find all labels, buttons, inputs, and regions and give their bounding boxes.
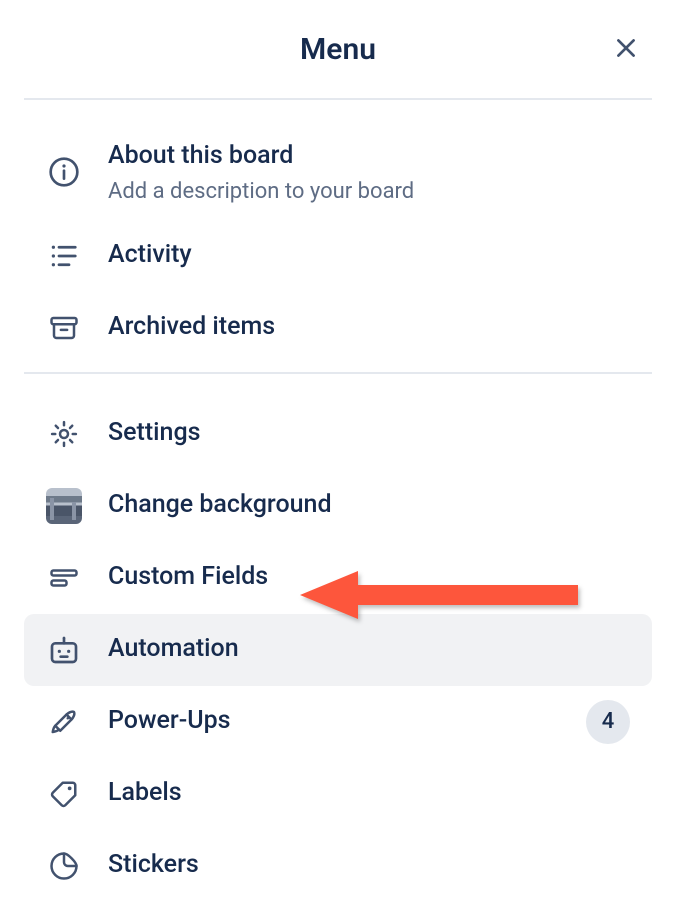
menu-item-labels[interactable]: Labels [24,758,652,830]
menu-item-label: Archived items [108,311,630,344]
background-thumbnail [46,488,82,524]
menu-section-board: About this board Add a description to yo… [24,100,652,372]
custom-fields-icon [46,560,82,596]
menu-item-change-background[interactable]: Change background [24,470,652,542]
menu-item-label: Custom Fields [108,561,630,594]
sticker-icon [46,848,82,884]
menu-item-activity[interactable]: Activity [24,220,652,292]
gear-icon [46,416,82,452]
menu-item-automation[interactable]: Automation [24,614,652,686]
archive-icon [46,310,82,346]
menu-item-stickers[interactable]: Stickers [24,830,652,902]
menu-item-label: Activity [108,239,630,272]
info-icon [46,154,82,190]
menu-item-settings[interactable]: Settings [24,398,652,470]
menu-item-power-ups[interactable]: Power-Ups 4 [24,686,652,758]
menu-header: Menu [24,0,652,100]
menu-item-archived[interactable]: Archived items [24,292,652,364]
close-icon [613,35,639,61]
menu-item-label: Settings [108,417,630,450]
menu-item-label: Stickers [108,849,630,882]
menu-item-about[interactable]: About this board Add a description to yo… [24,124,652,220]
menu-title: Menu [300,32,376,67]
menu-item-label: Automation [108,633,630,666]
menu-section-settings: Settings Change background Custom Fields [24,374,652,910]
menu-item-label: Change background [108,489,630,522]
menu-panel: Menu About this board Add a description … [0,0,676,910]
activity-icon [46,238,82,274]
tag-icon [46,776,82,812]
menu-item-sublabel: Add a description to your board [108,179,630,204]
automation-icon [46,632,82,668]
close-button[interactable] [606,28,646,68]
menu-item-label: Labels [108,777,630,810]
menu-item-label: Power-Ups [108,705,586,738]
rocket-icon [46,704,82,740]
menu-item-custom-fields[interactable]: Custom Fields [24,542,652,614]
power-ups-count-badge: 4 [586,700,630,744]
menu-item-label: About this board [108,140,630,173]
